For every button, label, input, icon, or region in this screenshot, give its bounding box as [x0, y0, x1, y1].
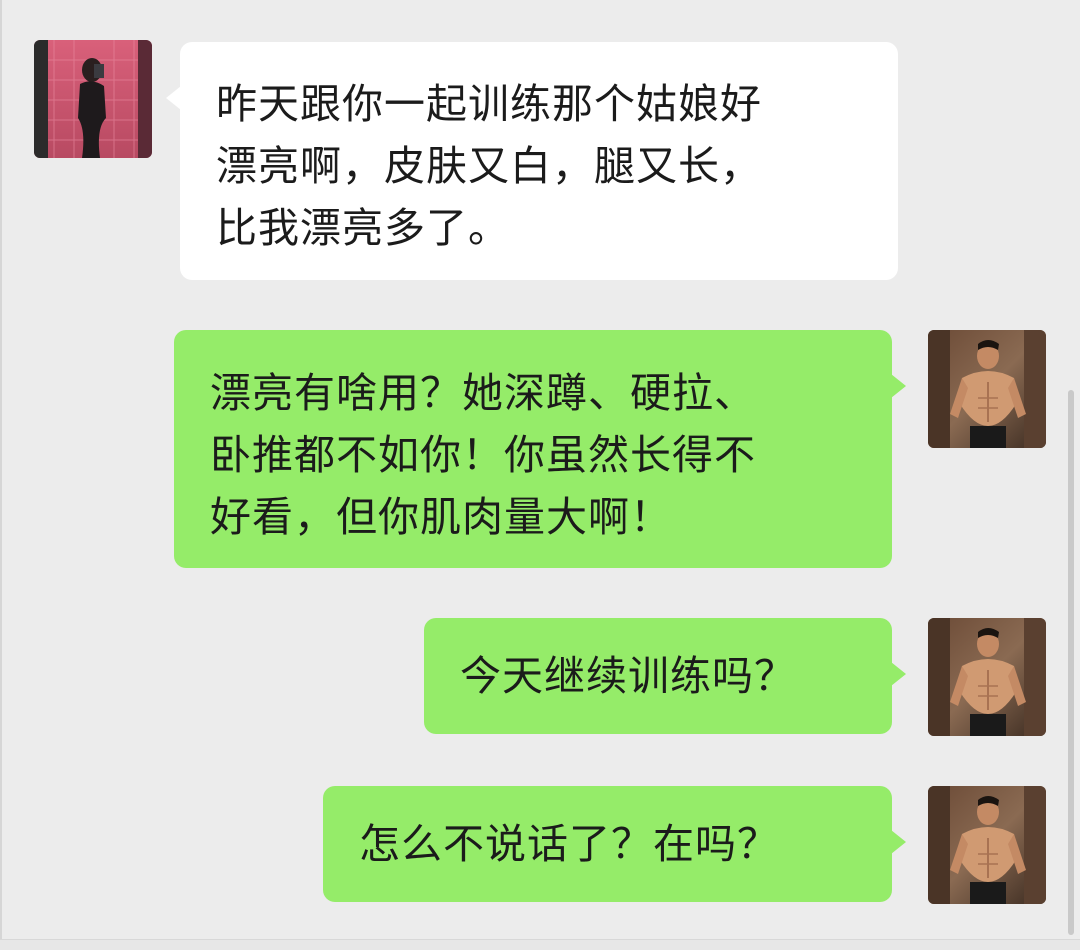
window-edge — [0, 0, 2, 950]
contact-avatar[interactable] — [34, 40, 152, 158]
message-text: 怎么不说话了？在吗？ — [359, 820, 779, 868]
muscular-man-icon — [928, 618, 1046, 736]
message-text: 昨天跟你一起训练那个姑娘好 漂亮啊，皮肤又白，腿又长， 比我漂亮多了。 — [216, 80, 762, 252]
message-text: 漂亮有啥用？她深蹲、硬拉、 卧推都不如你！你虽然长得不 好看，但你肌肉量大啊！ — [210, 369, 756, 541]
chat-scrollbar[interactable] — [1068, 390, 1074, 935]
woman-selfie-icon — [34, 40, 152, 158]
outgoing-message-bubble[interactable]: 漂亮有啥用？她深蹲、硬拉、 卧推都不如你！你虽然长得不 好看，但你肌肉量大啊！ — [174, 330, 906, 568]
self-avatar[interactable] — [928, 618, 1046, 736]
bubble-tail — [891, 662, 906, 686]
incoming-message-bubble[interactable]: 昨天跟你一起训练那个姑娘好 漂亮啊，皮肤又白，腿又长， 比我漂亮多了。 — [166, 42, 898, 280]
outgoing-message-bubble[interactable]: 怎么不说话了？在吗？ — [323, 786, 906, 902]
bubble-tail — [166, 86, 181, 110]
muscular-man-icon — [928, 330, 1046, 448]
muscular-man-icon — [928, 786, 1046, 904]
input-area-edge — [0, 939, 1080, 950]
self-avatar[interactable] — [928, 330, 1046, 448]
bubble-tail — [891, 374, 906, 398]
bubble-tail — [891, 830, 906, 854]
chat-history[interactable]: 昨天跟你一起训练那个姑娘好 漂亮啊，皮肤又白，腿又长， 比我漂亮多了。 漂亮有啥… — [0, 0, 1080, 950]
outgoing-message-bubble[interactable]: 今天继续训练吗？ — [424, 618, 906, 734]
self-avatar[interactable] — [928, 786, 1046, 904]
message-text: 今天继续训练吗？ — [460, 652, 796, 700]
